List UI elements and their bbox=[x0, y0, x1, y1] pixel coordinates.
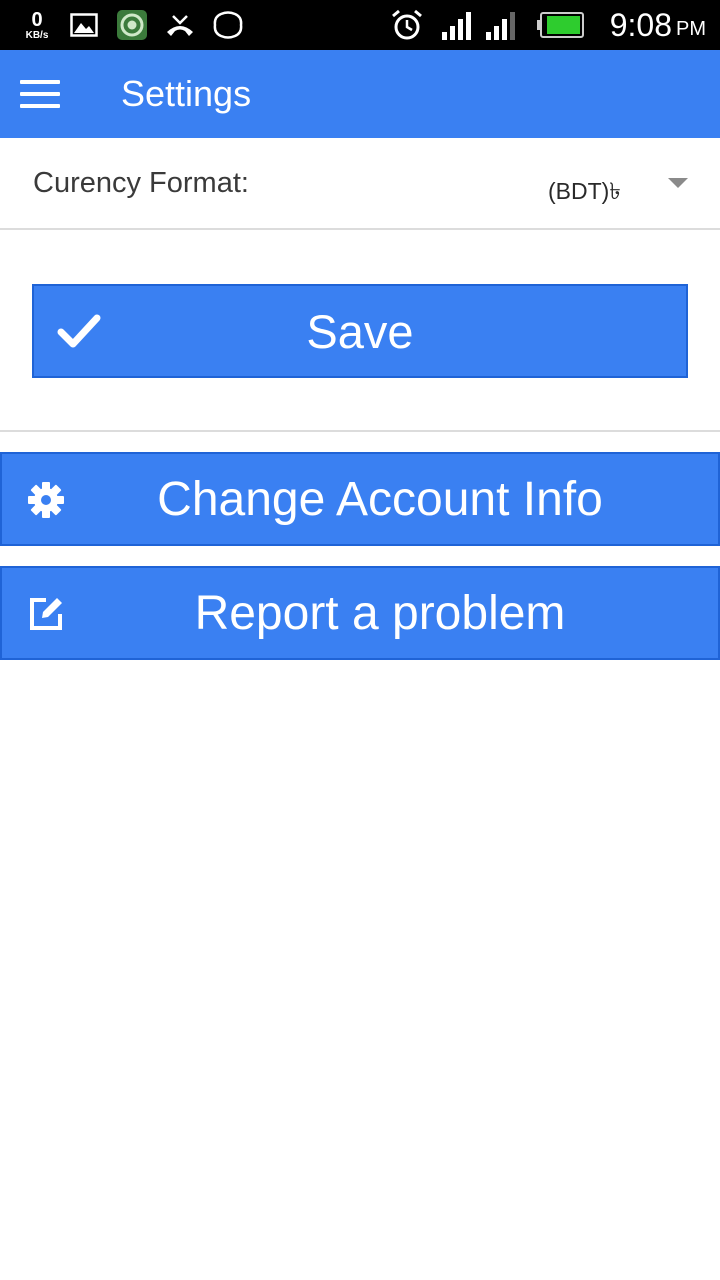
dropdown-arrow-icon bbox=[668, 178, 688, 188]
report-problem-button[interactable]: Report a problem bbox=[0, 566, 720, 660]
change-account-info-label: Change Account Info bbox=[157, 473, 603, 526]
currency-format-value: (BDT)৳ bbox=[548, 178, 621, 204]
menu-icon[interactable] bbox=[14, 70, 66, 118]
clock-time: 9:08 bbox=[609, 6, 672, 43]
save-button-label: Save bbox=[306, 305, 414, 358]
page-title: Settings bbox=[121, 73, 252, 114]
network-speed-unit: KB/s bbox=[25, 29, 49, 41]
report-problem-label: Report a problem bbox=[194, 587, 566, 640]
missed-call-icon bbox=[164, 0, 196, 50]
currency-format-dropdown[interactable]: (BDT)৳ bbox=[530, 160, 700, 210]
clock-ampm: PM bbox=[676, 17, 706, 40]
network-speed: 0 KB/s bbox=[18, 0, 56, 50]
save-button[interactable]: Save bbox=[32, 284, 688, 378]
chat-icon bbox=[212, 0, 244, 50]
status-time: 9:08 PM bbox=[610, 0, 706, 50]
currency-format-label: Curency Format: bbox=[33, 167, 249, 199]
signal-icon bbox=[440, 0, 476, 50]
app-bar: Settings bbox=[0, 50, 720, 138]
battery-icon bbox=[536, 0, 586, 50]
section-divider bbox=[0, 430, 720, 432]
gallery-icon bbox=[70, 0, 98, 50]
network-speed-value: 0 bbox=[31, 8, 43, 31]
status-bar: 0 KB/s 9:08 PM bbox=[0, 0, 720, 50]
alarm-icon bbox=[390, 0, 424, 50]
signal-icon bbox=[484, 0, 520, 50]
change-account-info-button[interactable]: Change Account Info bbox=[0, 452, 720, 546]
currency-format-row: Curency Format: (BDT)৳ bbox=[0, 140, 720, 230]
app-icon bbox=[116, 0, 148, 50]
